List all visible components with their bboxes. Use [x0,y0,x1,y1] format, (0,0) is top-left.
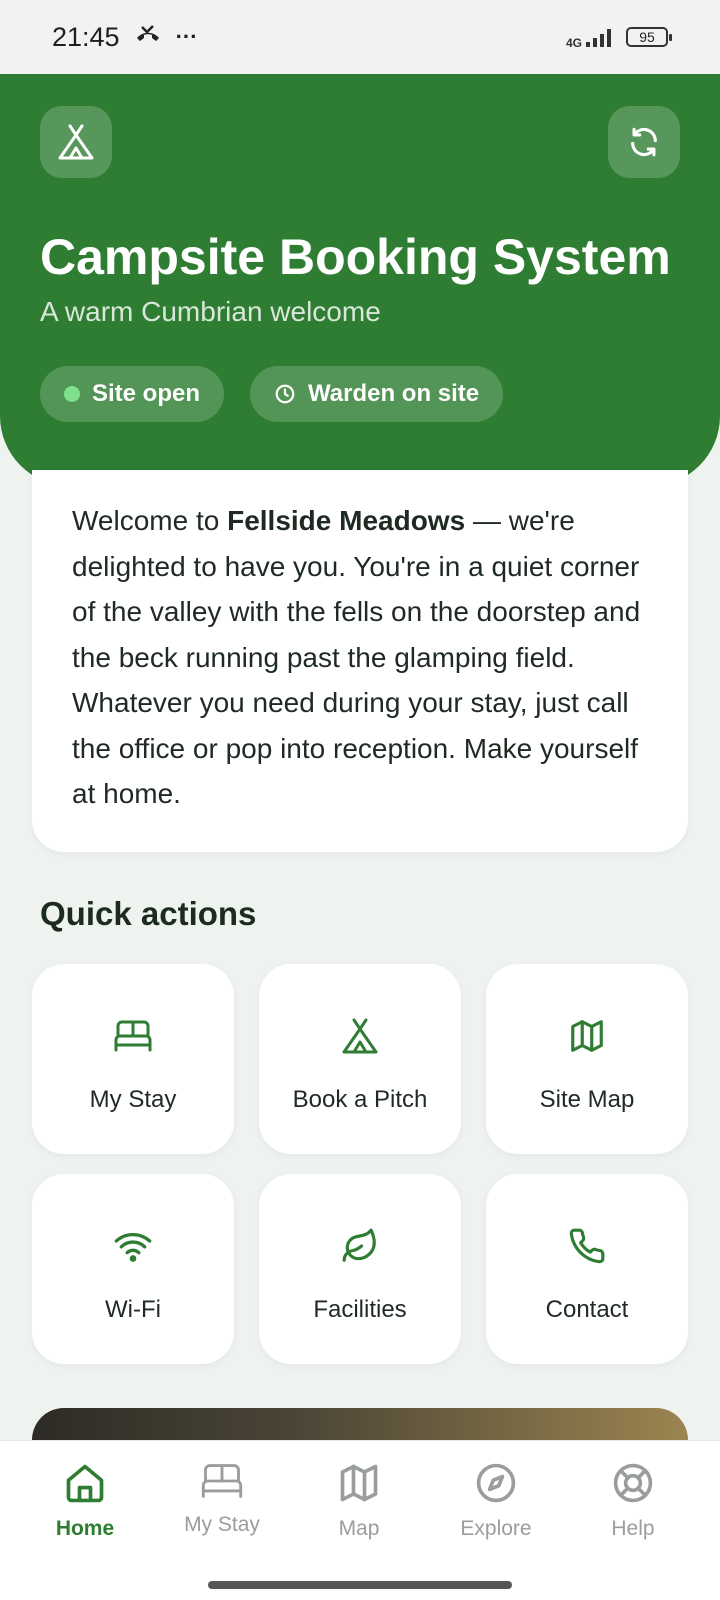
refresh-icon [631,127,657,157]
bottom-nav: Home My Stay Map Explore Help [0,1440,720,1600]
status-left: 21:45 ··· [52,22,198,53]
quick-actions-title: Quick actions [40,895,257,932]
signal-icon [586,29,611,47]
nav-map-label: Map [338,1517,380,1540]
home-icon [66,1464,104,1503]
battery-icon: 95 [626,27,672,47]
bed-icon [201,1464,243,1498]
clock-icon [275,384,295,404]
map-icon [571,1020,603,1052]
nav-home[interactable]: Home [20,1461,150,1541]
page-title: Campsite Booking System [40,229,671,285]
nav-home-label: Home [55,1517,115,1540]
wifi-label: Wi-Fi [105,1296,161,1323]
status-dot [64,386,80,402]
app-logo-button[interactable] [40,106,112,178]
lifebuoy-icon [613,1463,653,1503]
compass-icon [476,1463,516,1503]
nav-my-stay[interactable]: My Stay [157,1461,287,1537]
warden-badge: Warden on site [250,366,504,422]
tent-icon [58,124,94,160]
site-name: Fellside Meadows [227,505,466,536]
network-indicator: 4G [565,26,616,50]
battery-level: 95 [639,29,655,45]
network-type: 4G [565,36,582,50]
site-map-action[interactable]: Site Map [486,964,688,1154]
facilities-action[interactable]: Facilities [259,1174,461,1364]
status-right: 4G 95 [565,26,672,50]
refresh-button[interactable] [608,106,680,178]
nav-explore-label: Explore [460,1517,532,1540]
wifi-action[interactable]: Wi-Fi [32,1174,234,1364]
book-pitch-action[interactable]: Book a Pitch [259,964,461,1154]
hero-header: Campsite Booking System A warm Cumbrian … [0,74,720,486]
map-icon [340,1464,378,1502]
page-subtitle: A warm Cumbrian welcome [40,296,381,327]
tent-icon [342,1018,378,1054]
contact-label: Contact [545,1296,629,1323]
welcome-body: — we're delighted to have you. You're in… [72,505,641,809]
my-stay-label: My Stay [89,1086,177,1113]
status-bar: 21:45 ··· 4G 95 [0,0,720,74]
nav-help[interactable]: Help [568,1461,698,1541]
welcome-prefix: Welcome to [72,505,228,536]
missed-call-icon [134,22,162,53]
nav-help-label: Help [611,1517,655,1540]
site-open-badge: Site open [40,366,225,422]
contact-action[interactable]: Contact [486,1174,688,1364]
book-pitch-label: Book a Pitch [292,1086,428,1113]
my-stay-action[interactable]: My Stay [32,964,234,1154]
status-time: 21:45 [52,21,120,52]
welcome-card: Welcome to Fellside Meadows — we're deli… [32,470,688,852]
leaf-icon [342,1228,376,1262]
nav-map[interactable]: Map [294,1461,424,1541]
nav-my-stay-label: My Stay [184,1513,260,1536]
nav-explore[interactable]: Explore [431,1461,561,1541]
warden-label: Warden on site [308,380,480,407]
welcome-text: Welcome to Fellside Meadows — we're deli… [72,498,648,817]
phone-icon [569,1228,605,1264]
bed-icon [114,1020,152,1052]
status-more-dots: ··· [175,24,198,49]
site-map-label: Site Map [539,1086,635,1113]
facilities-label: Facilities [313,1296,407,1323]
wifi-icon [114,1233,152,1262]
gesture-home-bar[interactable] [208,1581,512,1589]
site-open-label: Site open [92,380,201,407]
